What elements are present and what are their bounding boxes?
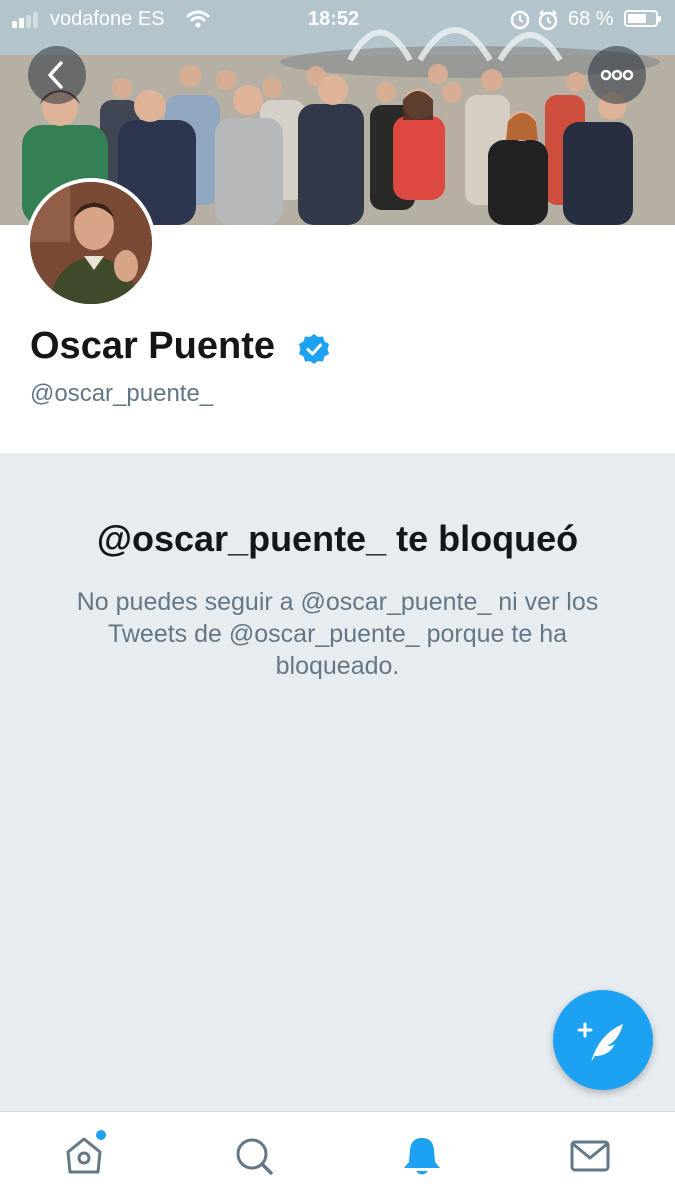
battery-icon bbox=[624, 10, 661, 27]
mail-icon bbox=[570, 1140, 610, 1172]
tab-messages[interactable] bbox=[568, 1134, 612, 1178]
bottom-tab-bar bbox=[0, 1111, 675, 1201]
compose-feather-icon bbox=[577, 1022, 623, 1062]
signal-strength-icon bbox=[12, 12, 42, 28]
carrier-name: vodafone ES bbox=[50, 8, 165, 30]
tab-home[interactable] bbox=[62, 1134, 106, 1178]
tab-search[interactable] bbox=[232, 1134, 276, 1178]
more-options-button[interactable] bbox=[588, 46, 646, 104]
home-notification-dot bbox=[96, 1130, 106, 1140]
status-bar: vodafone ES 18:52 68 % bbox=[0, 0, 675, 38]
back-button[interactable] bbox=[28, 46, 86, 104]
blocked-description: No puedes seguir a @oscar_puente_ ni ver… bbox=[76, 588, 599, 680]
profile-handle: @oscar_puente_ bbox=[30, 380, 214, 407]
profile-display-name: Oscar Puente bbox=[30, 325, 275, 367]
verified-badge-icon bbox=[299, 334, 329, 364]
search-icon bbox=[236, 1138, 273, 1175]
avatar-photo bbox=[30, 182, 152, 304]
home-icon bbox=[66, 1137, 102, 1174]
clock-time: 18:52 bbox=[308, 8, 360, 30]
blocked-title: @oscar_puente_ te bloqueó bbox=[96, 518, 579, 559]
wifi-icon bbox=[186, 10, 210, 28]
profile-avatar[interactable] bbox=[26, 178, 156, 308]
chevron-left-icon bbox=[48, 61, 63, 89]
alarm-icon bbox=[510, 10, 558, 31]
battery-percent: 68 % bbox=[568, 8, 614, 30]
more-horizontal-icon bbox=[600, 69, 634, 81]
battery-level-fill bbox=[628, 14, 646, 23]
tab-notifications[interactable] bbox=[400, 1134, 444, 1178]
bell-icon bbox=[404, 1138, 440, 1175]
compose-tweet-button[interactable] bbox=[553, 990, 653, 1090]
